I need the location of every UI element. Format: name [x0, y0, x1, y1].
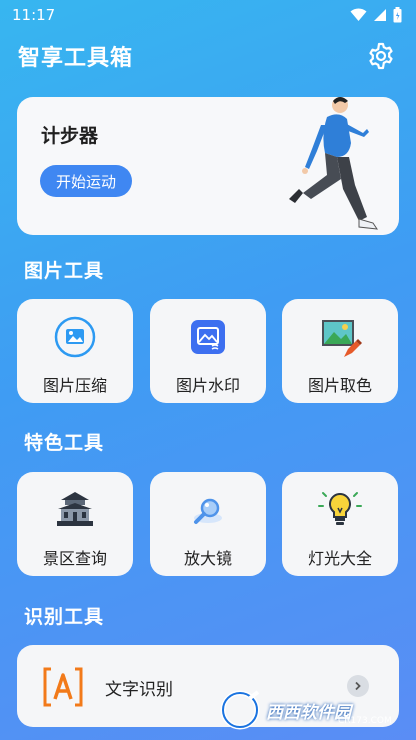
section-title-recognition-tools: 识别工具: [24, 606, 105, 628]
tile-lights[interactable]: 灯光大全: [282, 472, 398, 576]
section-title-image-tools: 图片工具: [24, 260, 105, 282]
tile-label: 景区查询: [42, 549, 107, 568]
app-title: 智享工具箱: [18, 46, 134, 71]
tile-magnifier[interactable]: 放大镜: [150, 472, 266, 576]
tile-scenic-query[interactable]: 景区查询: [17, 472, 133, 576]
wifi-icon: [350, 8, 367, 21]
image-watermark-icon: [186, 315, 230, 359]
image-compress-icon: [53, 315, 97, 359]
tile-image-compress[interactable]: 图片压缩: [17, 299, 133, 403]
color-picker-icon: [318, 315, 362, 359]
lightbulb-icon: [318, 488, 362, 532]
pedometer-card[interactable]: 计步器 开始运动: [17, 97, 399, 235]
tile-color-picker[interactable]: 图片取色: [282, 299, 398, 403]
tile-image-watermark[interactable]: 图片水印: [150, 299, 266, 403]
runner-illustration-icon: [289, 97, 379, 230]
tile-label: 图片水印: [175, 376, 240, 395]
text-recognition-label: 文字识别: [105, 680, 173, 700]
site-watermark: 西西软件园 CR173.COM: [220, 686, 410, 734]
tile-label: 图片压缩: [42, 376, 107, 395]
section-title-feature-tools: 特色工具: [24, 432, 105, 454]
status-time: 11:17: [12, 6, 56, 24]
app-header: 智享工具箱: [0, 36, 416, 76]
status-icons: [350, 7, 402, 23]
scenic-building-icon: [53, 488, 97, 532]
magnifier-icon: [186, 488, 230, 532]
tile-label: 放大镜: [183, 549, 232, 568]
watermark-subtext: CR173.COM: [338, 716, 392, 726]
status-bar: 11:17: [0, 0, 416, 30]
tile-label: 灯光大全: [307, 549, 372, 568]
text-recognition-icon: [43, 667, 83, 707]
tile-label: 图片取色: [307, 376, 372, 395]
signal-icon: [374, 9, 386, 21]
pedometer-title: 计步器: [41, 125, 99, 147]
start-exercise-button[interactable]: 开始运动: [40, 165, 132, 197]
watermark-logo-icon: [220, 690, 260, 730]
battery-icon: [393, 7, 402, 23]
settings-gear-icon[interactable]: [366, 41, 396, 71]
